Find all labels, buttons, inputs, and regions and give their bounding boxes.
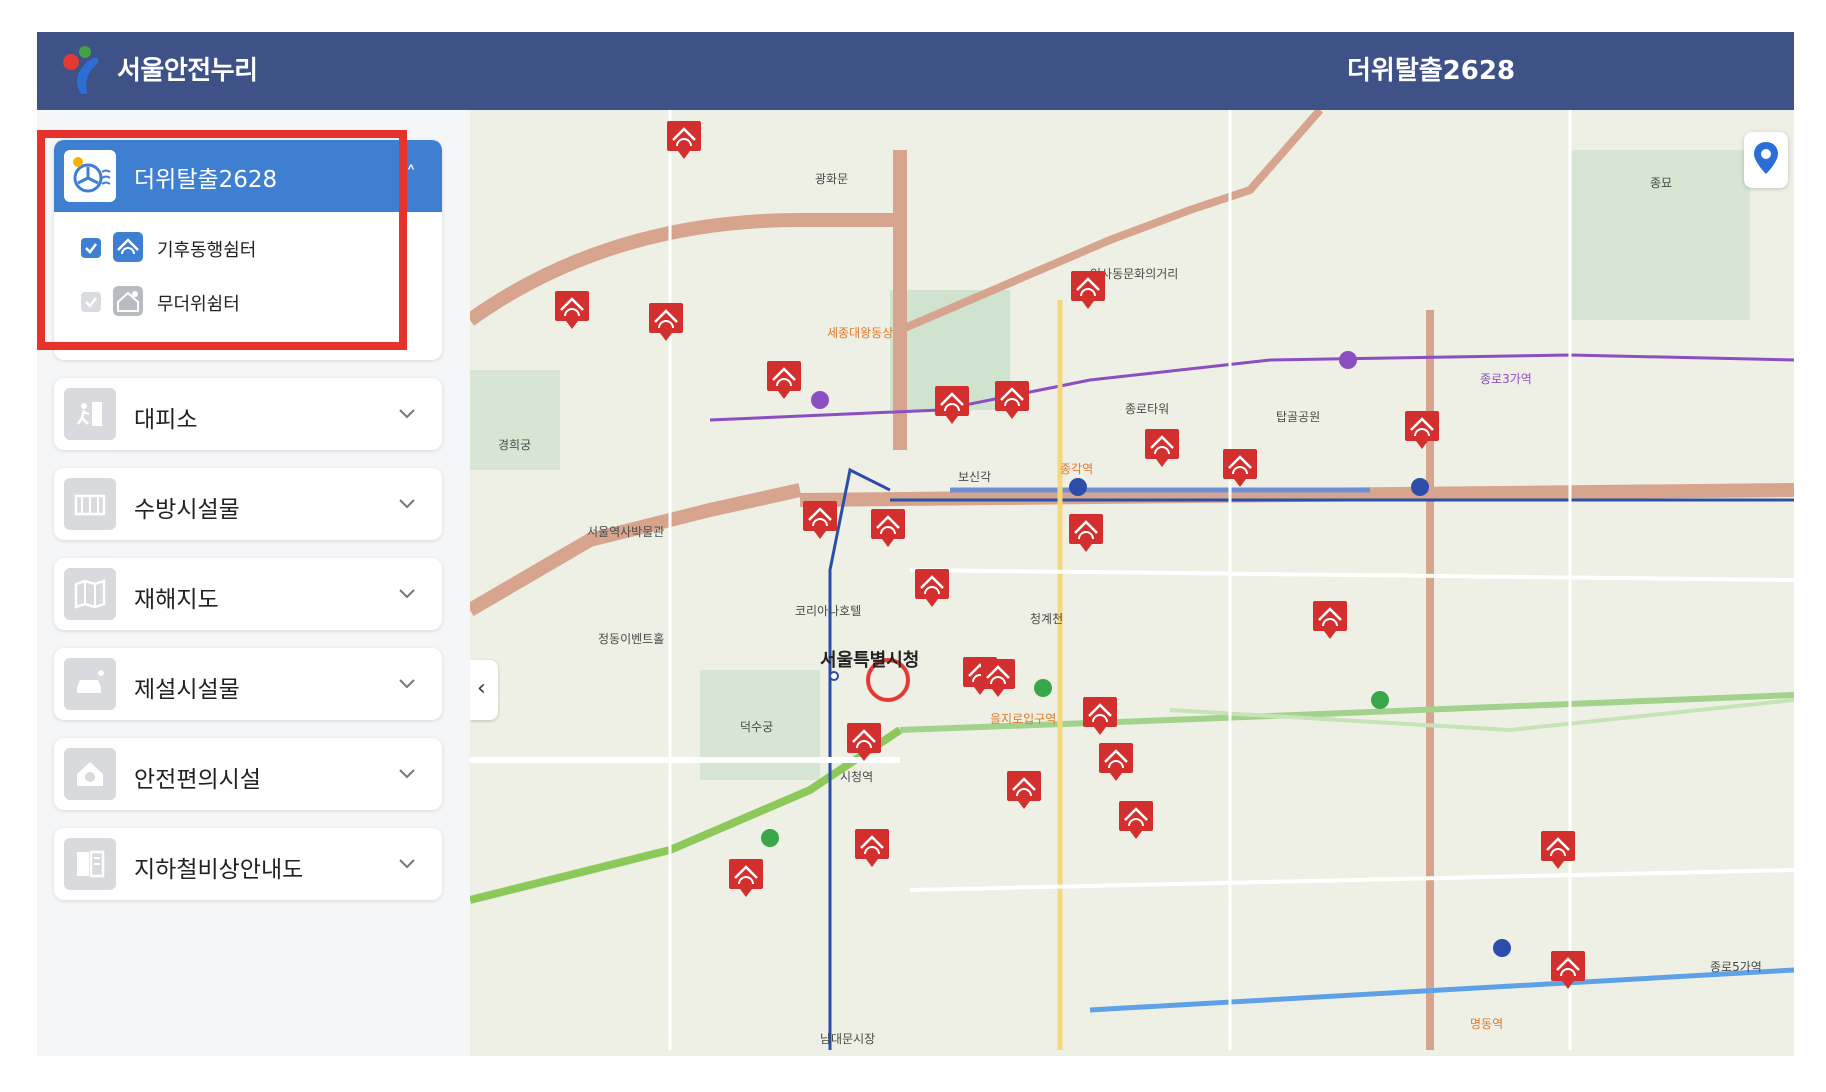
map-base[interactable] — [470, 110, 1794, 1056]
climate-shelter-marker[interactable] — [914, 568, 950, 608]
highlight-box — [37, 130, 407, 350]
climate-shelter-marker[interactable] — [1006, 770, 1042, 810]
map-label-bosingak: 보신각 — [958, 470, 992, 484]
location-pin-icon — [1754, 142, 1778, 174]
map-label-koreana: 코리아나호텔 — [795, 604, 862, 618]
climate-shelter-marker[interactable] — [980, 658, 1016, 698]
map-label-deoksugung: 덕수궁 — [740, 720, 774, 734]
map-label-jonggak: 종각역 — [1060, 462, 1094, 476]
map-label-city-hall: 서울특별시청 — [820, 650, 920, 671]
panel-label: 제설시설물 — [134, 677, 240, 703]
panel-label: 지하철비상안내도 — [134, 857, 304, 883]
current-location-button[interactable] — [1744, 132, 1788, 188]
panel-snow-removal[interactable]: 제설시설물 — [54, 648, 442, 720]
climate-shelter-marker[interactable] — [1222, 448, 1258, 488]
map-label-sejong: 세종대왕동상 — [827, 326, 894, 340]
climate-shelter-marker[interactable] — [854, 828, 890, 868]
climate-shelter-marker[interactable] — [1082, 696, 1118, 736]
climate-shelter-marker[interactable] — [666, 120, 702, 160]
climate-shelter-marker[interactable] — [870, 508, 906, 548]
climate-shelter-marker[interactable] — [1144, 428, 1180, 468]
map-label-gwanghwamun: 광화문 — [815, 172, 849, 186]
panel-label: 수방시설물 — [134, 497, 240, 523]
panel-flood-facility[interactable]: 수방시설물 — [54, 468, 442, 540]
map-label-jongno3: 종로3가역 — [1480, 372, 1532, 386]
app-window: 서울안전누리 더위탈출2628 더위탈출2628 ˄ 기후동행쉼터 무더위쉼터 … — [37, 32, 1794, 1056]
map-label-jongmyo: 종묘 — [1650, 176, 1673, 190]
panel-safety-convenience[interactable]: 안전편의시설 — [54, 738, 442, 810]
climate-shelter-marker[interactable] — [728, 858, 764, 898]
brand-title[interactable]: 서울안전누리 — [117, 50, 258, 87]
page-title: 더위탈출2628 — [1347, 56, 1516, 86]
header-bar: 서울안전누리 더위탈출2628 — [37, 32, 1794, 110]
chevron-down-icon[interactable] — [394, 760, 420, 786]
climate-shelter-marker[interactable] — [802, 500, 838, 540]
climate-shelter-marker[interactable] — [1118, 800, 1154, 840]
climate-shelter-marker[interactable] — [554, 290, 590, 330]
chevron-down-icon[interactable] — [394, 490, 420, 516]
climate-shelter-marker[interactable] — [846, 722, 882, 762]
chevron-left-icon: ‹ — [477, 676, 486, 701]
map-label-cheonggyecheon: 청계천 — [1030, 612, 1064, 626]
climate-shelter-marker[interactable] — [1550, 950, 1586, 990]
map-label-myeongdong: 명동역 — [1470, 1017, 1504, 1031]
climate-shelter-marker[interactable] — [1098, 742, 1134, 782]
climate-shelter-marker[interactable] — [934, 385, 970, 425]
collapse-sidebar-button[interactable]: ‹ — [470, 660, 498, 720]
panel-label: 안전편의시설 — [134, 767, 261, 793]
panel-subway-guide[interactable]: 지하철비상안내도 — [54, 828, 442, 900]
snow-removal-icon — [64, 658, 116, 710]
climate-shelter-marker[interactable] — [1404, 410, 1440, 450]
panel-evacuation[interactable]: 대피소 — [54, 378, 442, 450]
panel-disaster-map[interactable]: 재해지도 — [54, 558, 442, 630]
map-label-jeongdong: 정동이벤트홀 — [598, 632, 665, 646]
climate-shelter-marker[interactable] — [766, 360, 802, 400]
chevron-down-icon[interactable] — [394, 670, 420, 696]
climate-shelter-marker[interactable] — [1070, 270, 1106, 310]
climate-shelter-marker[interactable] — [648, 302, 684, 342]
safety-home-icon — [64, 748, 116, 800]
map-label-euljiro: 을지로입구역 — [990, 712, 1057, 726]
seoul-logo-icon[interactable] — [53, 42, 107, 98]
panel-label: 재해지도 — [134, 587, 219, 613]
map-label-seoul-museum: 서울역사박물관 — [587, 525, 665, 539]
map-label-namdaemun: 남대문시장 — [820, 1032, 876, 1046]
chevron-up-icon[interactable]: ˄ — [406, 162, 416, 186]
map-label-gyeonghuigung: 경희궁 — [498, 438, 532, 452]
chevron-down-icon[interactable] — [394, 850, 420, 876]
map-label-jongno-tower: 종로타워 — [1125, 402, 1170, 416]
climate-shelter-marker[interactable] — [1312, 600, 1348, 640]
evacuation-icon — [64, 388, 116, 440]
map-label-dongdaemun: 종로5가역 — [1710, 960, 1762, 974]
chevron-down-icon[interactable] — [394, 580, 420, 606]
climate-shelter-marker[interactable] — [994, 380, 1030, 420]
climate-shelter-marker[interactable] — [1068, 513, 1104, 553]
map-view[interactable]: 서울특별시청 종각역 시청역 광화문 인사동문화의거리 청계천 덕수궁 경희궁 … — [470, 110, 1794, 1056]
subway-guide-icon — [64, 838, 116, 890]
sidebar: 더위탈출2628 ˄ 기후동행쉼터 무더위쉼터 대피소 수방시설물 재해지도 제… — [37, 110, 470, 1056]
flood-facility-icon — [64, 478, 116, 530]
chevron-down-icon[interactable] — [394, 400, 420, 426]
climate-shelter-marker[interactable] — [1540, 830, 1576, 870]
map-label-tapgol: 탑골공원 — [1276, 410, 1321, 424]
disaster-map-icon — [64, 568, 116, 620]
panel-label: 대피소 — [134, 407, 198, 433]
map-label-city-hall-station: 시청역 — [840, 770, 874, 784]
